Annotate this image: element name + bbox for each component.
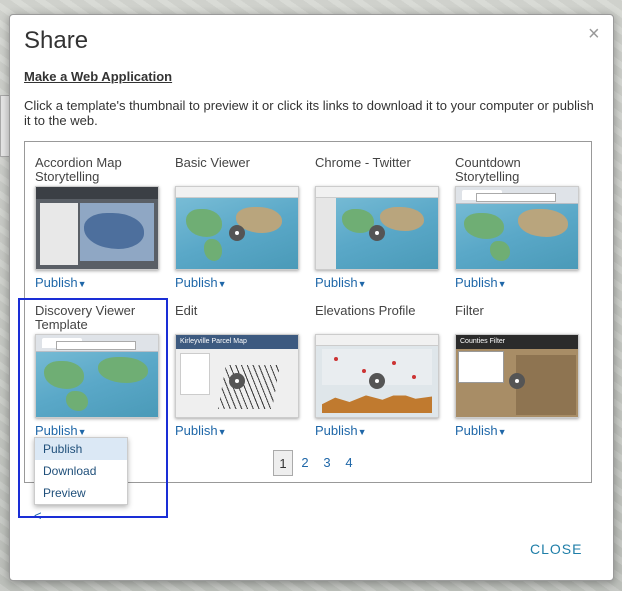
template-thumbnail[interactable] xyxy=(35,186,159,270)
page-4[interactable]: 4 xyxy=(339,450,359,476)
template-thumbnail[interactable] xyxy=(315,186,439,270)
publish-link[interactable]: Publish▼ xyxy=(315,423,367,438)
close-button[interactable]: CLOSE xyxy=(530,541,582,557)
publish-link[interactable]: Publish▼ xyxy=(175,423,227,438)
gear-icon xyxy=(369,373,385,389)
menu-item-publish[interactable]: Publish xyxy=(35,438,127,460)
template-thumbnail[interactable]: Kirleyville Parcel Map xyxy=(175,334,299,418)
caret-down-icon: ▼ xyxy=(497,279,507,289)
caret-down-icon: ▼ xyxy=(357,427,367,437)
template-title: Filter xyxy=(455,303,484,318)
menu-item-download[interactable]: Download xyxy=(35,460,127,482)
caret-down-icon: ▼ xyxy=(217,427,227,437)
page-2[interactable]: 2 xyxy=(295,450,315,476)
template-title: Accordion Map Storytelling xyxy=(35,155,122,184)
close-icon[interactable]: × xyxy=(588,24,600,44)
page-3[interactable]: 3 xyxy=(317,450,337,476)
gear-icon xyxy=(369,225,385,241)
publish-link[interactable]: Publish▼ xyxy=(455,275,507,290)
menu-item-preview[interactable]: Preview xyxy=(35,482,127,504)
publish-link[interactable]: Publish▼ xyxy=(455,423,507,438)
caret-down-icon: ▼ xyxy=(357,279,367,289)
instructions-text: Click a template's thumbnail to preview … xyxy=(24,98,594,128)
template-title: Chrome - Twitter xyxy=(315,155,411,170)
gear-icon xyxy=(229,373,245,389)
template-thumbnail[interactable]: Counties Filter xyxy=(455,334,579,418)
publish-link[interactable]: Publish▼ xyxy=(175,275,227,290)
template-thumbnail[interactable] xyxy=(175,186,299,270)
thumbnail-banner: Counties Filter xyxy=(456,335,578,349)
template-title: Edit xyxy=(175,303,198,318)
publish-link[interactable]: Publish▼ xyxy=(315,275,367,290)
publish-link[interactable]: Publish▼ xyxy=(35,275,87,290)
gear-icon xyxy=(509,373,525,389)
template-title: Elevations Profile xyxy=(315,303,416,318)
template-title: Countdown Storytelling xyxy=(455,155,521,184)
section-title: Make a Web Application xyxy=(24,69,173,84)
publish-dropdown-menu: Publish Download Preview xyxy=(34,437,128,505)
dialog-title: Share xyxy=(24,27,89,54)
caret-down-icon: ▼ xyxy=(497,427,507,437)
page-1[interactable]: 1 xyxy=(273,450,293,476)
template-title: Basic Viewer xyxy=(175,155,250,170)
caret-down-icon: ▼ xyxy=(77,279,87,289)
caret-down-icon: ▼ xyxy=(217,279,227,289)
thumbnail-banner: Kirleyville Parcel Map xyxy=(176,335,298,349)
template-thumbnail[interactable] xyxy=(315,334,439,418)
gear-icon xyxy=(229,225,245,241)
template-thumbnail[interactable] xyxy=(455,186,579,270)
